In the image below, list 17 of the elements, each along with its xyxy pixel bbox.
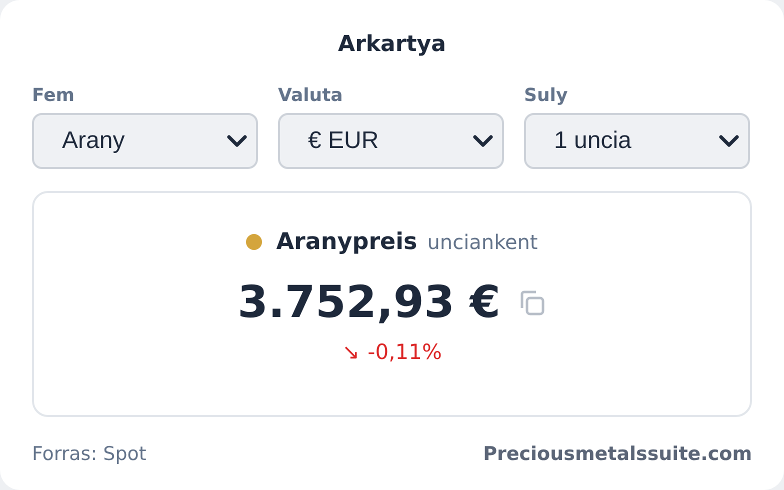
source-label: Forras: Spot	[32, 443, 146, 465]
change-percent: -0,11%	[368, 340, 442, 364]
dropdown-select[interactable]: Arany	[32, 113, 258, 169]
field-label: Valuta	[278, 85, 344, 106]
dropdown-select[interactable]: 1 uncia	[524, 113, 750, 169]
card-title: Arkartya	[337, 32, 447, 57]
chevron-down-icon	[718, 134, 740, 148]
dropdown-select[interactable]: € EUR	[278, 113, 504, 169]
metal-name: Aranypreis	[276, 229, 418, 255]
field-label: Suly	[524, 85, 569, 106]
price-value: 3.752,93 €	[237, 277, 501, 328]
trend-arrow-icon: ↘	[342, 340, 360, 364]
chevron-down-icon	[472, 134, 494, 148]
chevron-down-icon	[226, 134, 248, 148]
site-link[interactable]: Preciousmetalssuite.com	[483, 443, 752, 465]
unit-label: unciankent	[427, 230, 538, 254]
field-label: Fem	[32, 85, 76, 106]
